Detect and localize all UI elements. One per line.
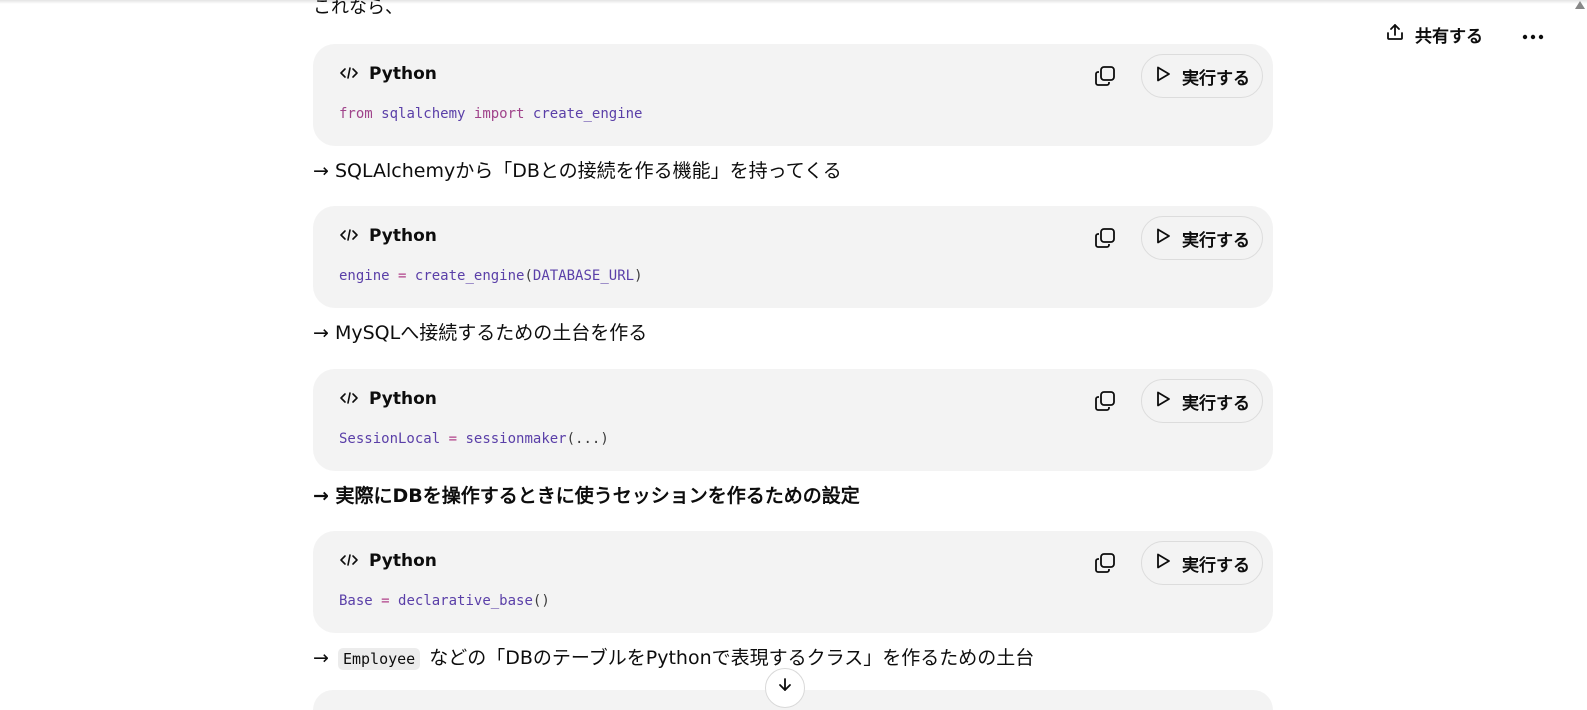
inline-code: Employee [337,648,421,670]
code-icon [339,227,359,246]
copy-icon [1093,389,1117,417]
explanation-prefix: → [313,647,335,669]
code-header: Python [339,551,437,571]
code-token: (...) [566,431,609,447]
code-block: Python 実行する engine = create_engine(DATAB… [313,206,1273,308]
code-token: from [339,106,373,122]
code-language: Python [369,389,437,409]
code-block: Python 実行する Base = declarative_base() [313,531,1273,633]
code-token: () [532,593,550,609]
play-icon [1154,390,1172,413]
code-token: ( [524,268,533,284]
code-token: DATABASE_URL [532,268,635,284]
code-language: Python [369,64,437,84]
code-token: create_engine [532,106,643,122]
explanation-text: → MySQLへ接続するための土台を作る [313,322,648,344]
explanation-text: → SQLAlchemyから「DBとの接続を作る機能」を持ってくる [313,160,842,182]
copy-button[interactable] [1091,551,1119,579]
code-icon [339,390,359,409]
code-block: Python 実行する from sqlalchemy import creat… [313,44,1273,146]
scroll-up-arrow-icon[interactable] [1575,1,1585,9]
code-header: Python [339,64,437,84]
code-header: Python [339,226,437,246]
arrow-down-icon [777,677,793,697]
copy-icon [1093,551,1117,579]
code-language: Python [369,551,437,571]
code-header: Python [339,389,437,409]
copy-icon [1093,226,1117,254]
play-icon [1154,65,1172,88]
play-icon [1154,552,1172,575]
code-token: SessionLocal [339,431,441,447]
run-label: 実行する [1182,68,1250,89]
explanation-suffix: などの「DBのテーブルをPythonで表現するクラス」を作るための土台 [423,647,1035,669]
more-options-button[interactable] [1515,21,1551,49]
code-line: Base = declarative_base() [339,593,550,609]
share-button[interactable]: 共有する [1375,18,1493,51]
code-token: ) [634,268,643,284]
header-actions: 共有する [1375,18,1551,51]
copy-icon [1093,64,1117,92]
code-token: engine [339,268,390,284]
run-label: 実行する [1182,230,1250,251]
share-upload-icon [1385,22,1405,47]
copy-button[interactable] [1091,389,1119,417]
code-token: Base [339,593,373,609]
run-button[interactable]: 実行する [1141,541,1263,585]
intro-text: これなら、 [313,0,403,18]
top-shadow [0,0,1587,4]
code-language: Python [369,226,437,246]
explanation-text: → 実際にDBを操作するときに使うセッションを作るための設定 [313,485,860,507]
run-button[interactable]: 実行する [1141,54,1263,98]
explanation-text: → Employee などの「DBのテーブルをPythonで表現するクラス」を作… [313,645,1034,672]
code-token: import [473,106,525,122]
copy-button[interactable] [1091,64,1119,92]
code-line: engine = create_engine(DATABASE_URL) [339,268,643,284]
code-icon [339,65,359,84]
run-button[interactable]: 実行する [1141,216,1263,260]
code-token: = [448,431,458,447]
run-label: 実行する [1182,555,1250,576]
scroll-to-bottom-button[interactable] [765,668,805,708]
code-line: SessionLocal = sessionmaker(...) [339,431,609,447]
code-token: = [381,593,390,609]
code-icon [339,552,359,571]
code-token: sessionmaker [465,431,567,447]
ellipsis-icon [1522,25,1544,44]
run-button[interactable]: 実行する [1141,379,1263,423]
code-line: from sqlalchemy import create_engine [339,106,642,122]
play-icon [1154,227,1172,250]
run-label: 実行する [1182,393,1250,414]
code-token: sqlalchemy [381,106,466,122]
code-token: declarative_base [398,593,533,609]
copy-button[interactable] [1091,226,1119,254]
code-block: Python 実行する SessionLocal = sessionmaker(… [313,369,1273,471]
share-label: 共有する [1415,27,1483,47]
code-token: create_engine [414,268,525,284]
